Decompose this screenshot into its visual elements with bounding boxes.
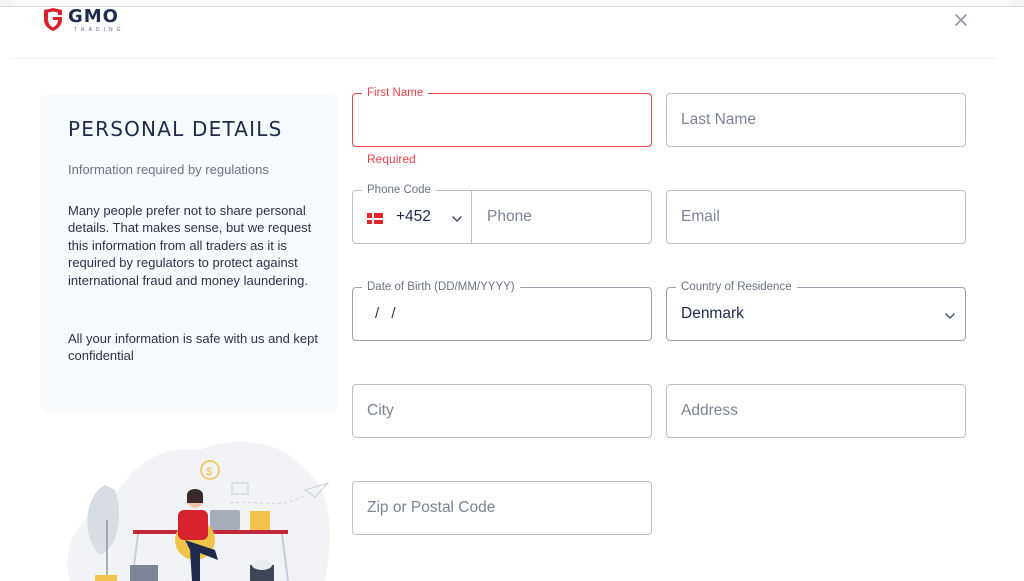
date-of-birth-field[interactable]: Date of Birth (DD/MM/YYYY) / / xyxy=(352,280,652,341)
plant-pot xyxy=(95,575,117,581)
logo-subtitle: TRADING xyxy=(74,27,125,33)
address-field[interactable] xyxy=(666,384,966,438)
phone-input[interactable] xyxy=(473,191,651,243)
last-name-field[interactable] xyxy=(666,93,966,147)
last-name-input[interactable] xyxy=(667,94,965,146)
zip-field[interactable] xyxy=(352,481,652,535)
info-safety-note: All your information is safe with us and… xyxy=(68,331,319,364)
first-name-error: Required xyxy=(367,152,416,166)
info-panel: PERSONAL DETAILS Information required by… xyxy=(40,94,338,412)
browser-top-strip xyxy=(0,0,1024,7)
shield-logo-icon xyxy=(44,8,62,31)
country-label: Country of Residence xyxy=(676,280,797,294)
country-value: Denmark xyxy=(681,305,744,322)
phone-code-select[interactable]: +452 xyxy=(353,191,472,243)
address-input[interactable] xyxy=(667,385,965,437)
section-title: PERSONAL DETAILS xyxy=(68,117,283,141)
person-body xyxy=(178,510,208,540)
phone-code-value: +452 xyxy=(396,208,431,225)
zip-input[interactable] xyxy=(353,482,651,534)
gmo-trading-logo[interactable]: GMO TRADING xyxy=(42,7,125,33)
first-name-field[interactable]: First Name xyxy=(352,86,652,147)
first-name-input[interactable] xyxy=(353,94,651,146)
phone-field-group: Phone Code +452 xyxy=(352,183,652,244)
email-field[interactable] xyxy=(666,190,966,244)
svg-text:$: $ xyxy=(206,466,212,478)
section-subtitle: Information required by regulations xyxy=(68,162,269,177)
close-icon[interactable] xyxy=(952,11,970,29)
laptop xyxy=(210,510,240,530)
email-input[interactable] xyxy=(667,191,965,243)
briefcase xyxy=(130,565,158,581)
binders xyxy=(250,511,270,530)
chevron-down-icon xyxy=(451,215,463,223)
denmark-flag-icon xyxy=(367,213,383,224)
logo-name: GMO xyxy=(68,6,119,27)
chevron-down-icon xyxy=(944,312,956,320)
city-field[interactable] xyxy=(352,384,652,438)
country-select[interactable]: Country of Residence Denmark xyxy=(666,280,966,341)
person-at-desk-illustration: $ xyxy=(67,441,330,581)
date-of-birth-input[interactable] xyxy=(353,288,651,340)
header-divider xyxy=(10,58,996,59)
city-input[interactable] xyxy=(353,385,651,437)
info-paragraph: Many people prefer not to share personal… xyxy=(68,203,312,288)
